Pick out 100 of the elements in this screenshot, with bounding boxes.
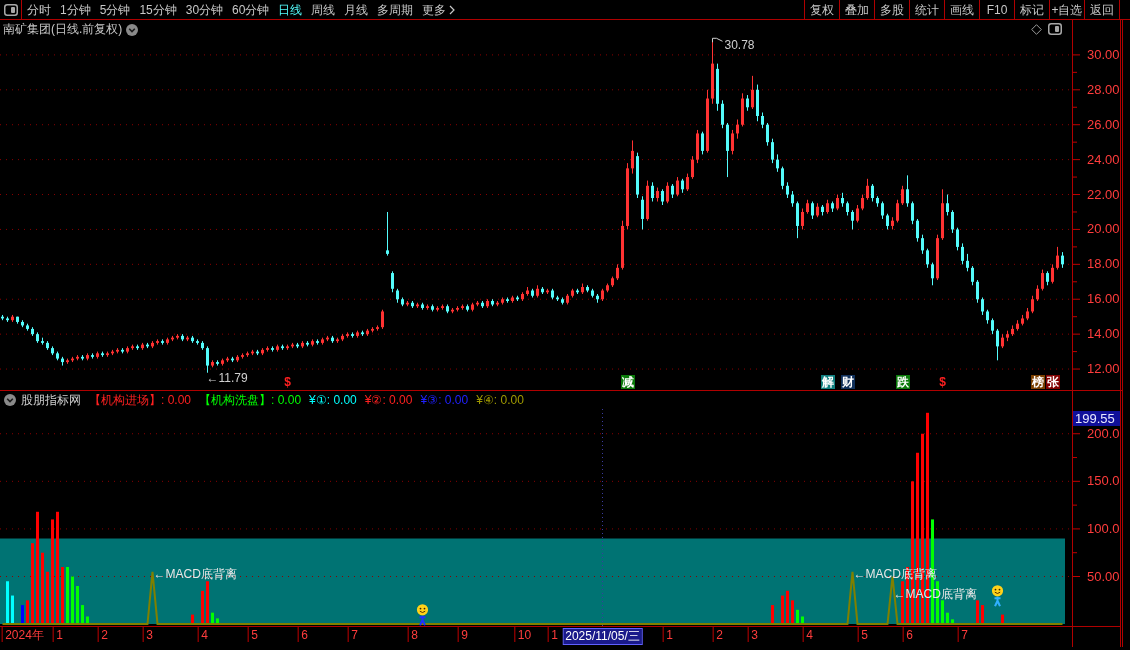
candle xyxy=(856,204,859,223)
axis-label: 24.00 xyxy=(1087,152,1120,167)
candle xyxy=(726,122,729,178)
candle xyxy=(1001,333,1004,349)
candle xyxy=(26,323,29,332)
period-tab[interactable]: 5分钟 xyxy=(99,3,131,16)
candle xyxy=(266,345,269,353)
candle xyxy=(1006,330,1009,342)
candle xyxy=(451,307,454,314)
toolbar-button[interactable]: F10 xyxy=(979,0,1014,19)
axis-label: 12.00 xyxy=(1087,362,1120,377)
candle xyxy=(966,253,969,272)
toolbar-button[interactable]: 标记 xyxy=(1014,0,1049,19)
toolbar-button[interactable]: 复权 xyxy=(804,0,839,19)
period-tab[interactable]: 周线 xyxy=(311,3,336,16)
panel-icon[interactable] xyxy=(1048,23,1062,35)
toolbar-button[interactable]: 画线 xyxy=(944,0,979,19)
toolbar-button[interactable]: 叠加 xyxy=(839,0,874,19)
axis-label: 30.00 xyxy=(1087,47,1120,62)
period-tab[interactable]: 15分钟 xyxy=(139,3,177,16)
indicator-readout: ¥④: 0.00 xyxy=(476,394,524,406)
toolbar-button[interactable]: 多股 xyxy=(874,0,909,19)
candle xyxy=(276,344,279,353)
candle xyxy=(601,288,604,302)
candle xyxy=(151,340,154,349)
candle xyxy=(356,330,359,339)
candle xyxy=(981,297,984,316)
candle xyxy=(51,345,54,356)
panel-icon xyxy=(3,3,18,16)
axis-label: 150.0 xyxy=(1087,474,1120,489)
period-tab[interactable]: 月线 xyxy=(344,3,369,16)
toolbar-button[interactable]: 返回 xyxy=(1084,0,1119,19)
candle xyxy=(281,344,284,351)
candle xyxy=(886,213,889,230)
candle xyxy=(96,351,99,360)
diamond-icon[interactable] xyxy=(1031,23,1042,35)
candle xyxy=(496,300,499,307)
candle xyxy=(181,333,184,342)
axis-label: 5 xyxy=(857,627,868,642)
candle xyxy=(651,181,654,202)
candle xyxy=(166,337,169,346)
more-menu-button[interactable]: 更多 xyxy=(422,3,456,16)
candle xyxy=(431,304,434,312)
candle xyxy=(641,195,644,230)
candle xyxy=(636,152,639,199)
candle xyxy=(316,338,319,346)
period-tab[interactable]: 60分钟 xyxy=(232,3,270,16)
candle xyxy=(146,342,149,349)
candle xyxy=(581,283,584,295)
axis-label: 2 xyxy=(712,627,723,642)
candle xyxy=(326,335,329,342)
candle xyxy=(106,351,109,358)
candle xyxy=(476,300,479,307)
indicator-readout: ¥①: 0.00 xyxy=(309,394,357,406)
period-tab[interactable]: 多周期 xyxy=(377,3,414,16)
event-tag: 榜 xyxy=(1030,375,1045,389)
candle xyxy=(986,309,989,325)
candle xyxy=(766,122,769,147)
candle xyxy=(706,89,709,154)
candle xyxy=(546,288,549,295)
indicator-readout: ¥②: 0.00 xyxy=(364,394,413,406)
axis-label: 6 xyxy=(297,627,308,642)
candle xyxy=(256,349,259,356)
candle xyxy=(851,209,854,230)
value-tag: 199.55 xyxy=(1073,411,1120,426)
period-tab[interactable]: 1分钟 xyxy=(60,3,91,16)
candle xyxy=(71,356,74,363)
axis-label: 7 xyxy=(957,627,968,642)
candle xyxy=(736,119,739,140)
axis-label: 3 xyxy=(142,627,153,642)
candle xyxy=(1061,251,1064,269)
candle xyxy=(921,234,924,255)
candle xyxy=(286,344,289,351)
dropdown-icon[interactable] xyxy=(126,23,139,36)
candle xyxy=(101,351,104,358)
candle xyxy=(246,351,249,358)
axis-label: 200.0 xyxy=(1087,426,1120,441)
axis-label: 1 xyxy=(662,627,673,642)
toolbar-button[interactable]: 统计 xyxy=(909,0,944,19)
period-tab[interactable]: 日线 xyxy=(278,3,303,16)
candle xyxy=(721,99,724,129)
candle xyxy=(716,63,719,112)
candle xyxy=(116,347,119,354)
dropdown-icon[interactable] xyxy=(4,394,16,406)
candle xyxy=(1031,295,1034,314)
candle xyxy=(711,40,714,105)
candle xyxy=(626,162,629,230)
period-tab[interactable]: 30分钟 xyxy=(185,3,224,16)
toolbar-button[interactable]: +自选 xyxy=(1049,0,1084,19)
candle xyxy=(301,340,304,349)
chevron-right-icon xyxy=(449,4,456,15)
candle xyxy=(746,94,749,112)
candle xyxy=(331,335,334,344)
candle xyxy=(486,298,489,309)
candle xyxy=(631,139,634,175)
candle xyxy=(41,337,44,346)
period-tab[interactable]: 分时 xyxy=(27,3,51,16)
candle xyxy=(701,131,704,155)
candle xyxy=(196,338,199,346)
candle xyxy=(511,295,514,304)
